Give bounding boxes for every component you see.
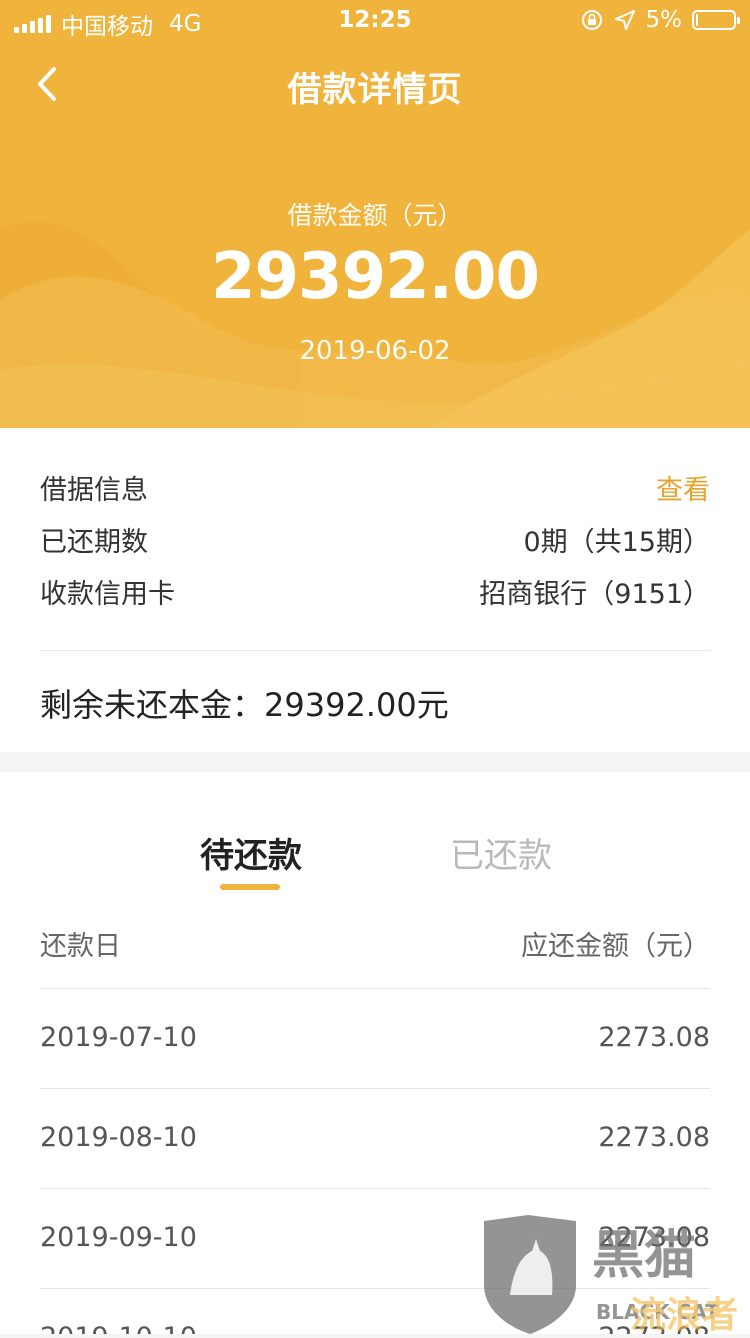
info-row-card: 收款信用卡 招商银行（9151）	[40, 572, 710, 612]
divider	[40, 1088, 710, 1089]
divider	[40, 988, 710, 989]
page-title: 借款详情页	[287, 70, 463, 110]
loan-date: 2019-06-02	[299, 336, 451, 366]
repayment-date: 2019-10-10	[40, 1322, 197, 1334]
info-row-iou: 借据信息 查看	[40, 468, 710, 508]
repayment-amount: 2273.08	[598, 1122, 710, 1153]
repayment-amount: 2273.08	[598, 1322, 710, 1334]
column-header-date: 还款日	[40, 931, 121, 962]
battery-icon	[692, 10, 740, 30]
location-arrow-icon	[614, 10, 635, 30]
info-row-periods: 已还期数 0期（共15期）	[40, 520, 710, 560]
divider	[40, 1188, 710, 1189]
repayment-plan-card: 待还款 已还款 还款日 应还金额（元） 2019-07-10 2273.08 2…	[0, 772, 750, 1334]
repayment-date: 2019-09-10	[40, 1222, 197, 1253]
table-row[interactable]: 2019-08-10 2273.08	[40, 1122, 710, 1182]
table-row[interactable]: 2019-09-10 2273.08	[40, 1222, 710, 1282]
info-label: 已还期数	[40, 527, 148, 558]
repayment-date: 2019-07-10	[40, 1022, 197, 1053]
remaining-principal: 剩余未还本金：29392.00元	[40, 686, 449, 724]
battery-percent: 5%	[645, 7, 683, 33]
repayment-date: 2019-08-10	[40, 1122, 197, 1153]
orientation-lock-icon	[581, 10, 602, 30]
info-label: 收款信用卡	[40, 579, 175, 610]
loan-header: 中国移动 4G 12:25 5% 借款详情页 借款金额（元） 29392.00 …	[0, 0, 750, 428]
tab-pending-repayment[interactable]: 待还款	[200, 828, 302, 877]
status-right: 5%	[580, 7, 740, 33]
loan-amount-value: 29392.00	[210, 240, 540, 314]
table-row[interactable]: 2019-10-10 2273.08	[40, 1322, 710, 1334]
info-label: 借据信息	[40, 475, 148, 506]
tab-repaid[interactable]: 已还款	[450, 828, 552, 877]
tab-active-indicator	[220, 884, 280, 890]
info-value: 0期（共15期）	[523, 527, 710, 558]
repayment-amount: 2273.08	[598, 1022, 710, 1053]
info-value: 招商银行（9151）	[479, 579, 710, 610]
column-header-amount: 应还金额（元）	[521, 931, 710, 962]
divider	[40, 650, 710, 651]
view-iou-link[interactable]: 查看	[656, 468, 710, 507]
loan-info-card: 借据信息 查看 已还期数 0期（共15期） 收款信用卡 招商银行（9151） 剩…	[0, 428, 750, 752]
divider	[40, 1288, 710, 1289]
repayment-amount: 2273.08	[598, 1222, 710, 1253]
status-bar: 中国移动 4G 12:25 5%	[0, 0, 750, 40]
table-row[interactable]: 2019-07-10 2273.08	[40, 1022, 710, 1082]
loan-amount-label: 借款金额（元）	[287, 201, 463, 230]
